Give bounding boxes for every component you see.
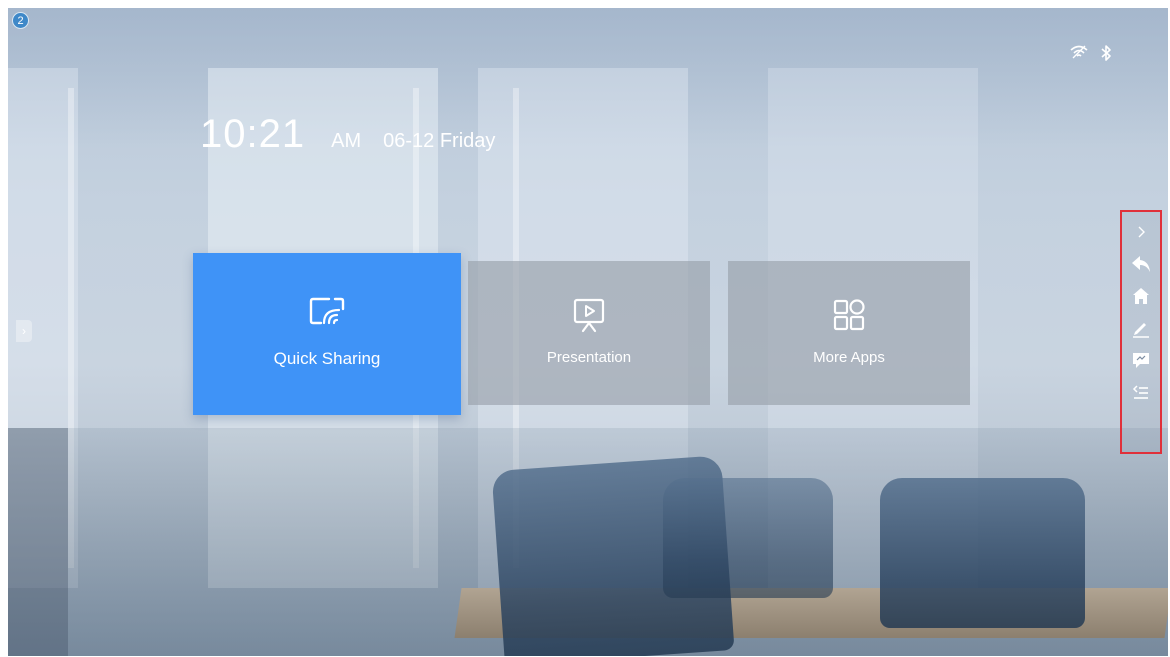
- presentation-tile[interactable]: Presentation: [468, 261, 710, 405]
- presentation-label: Presentation: [546, 349, 632, 366]
- left-sidebar-toggle[interactable]: ›: [16, 320, 32, 342]
- home-screen: 2 10:21 AM 06-12 Friday Quick Sharing Pr…: [8, 8, 1168, 656]
- collapse-chevron-icon[interactable]: [1129, 220, 1153, 244]
- back-icon[interactable]: [1129, 252, 1153, 276]
- status-bar: [1070, 44, 1116, 61]
- clock-date: 06-12 Friday: [383, 130, 496, 152]
- menu-list-icon[interactable]: [1129, 380, 1153, 404]
- apps-grid-icon: [829, 295, 869, 335]
- home-icon[interactable]: [1129, 284, 1153, 308]
- clock-time: 10:21: [200, 112, 306, 156]
- quick-sharing-label: Quick Sharing: [273, 349, 381, 368]
- notification-badge[interactable]: 2: [12, 12, 29, 29]
- presentation-icon: [569, 295, 609, 335]
- background-chair: [663, 478, 833, 598]
- quick-sharing-tile[interactable]: Quick Sharing: [193, 253, 461, 415]
- screen-cast-icon: [307, 291, 347, 331]
- bluetooth-icon: [1100, 44, 1116, 61]
- side-toolbar: [1120, 210, 1162, 454]
- more-apps-label: More Apps: [813, 349, 885, 366]
- clock-ampm: AM: [331, 130, 362, 152]
- background-chair: [880, 478, 1085, 628]
- comment-icon[interactable]: [1129, 348, 1153, 372]
- background-shade: [8, 428, 68, 656]
- more-apps-tile[interactable]: More Apps: [728, 261, 970, 405]
- wifi-icon: [1070, 44, 1088, 60]
- clock: 10:21 AM 06-12 Friday: [200, 112, 495, 157]
- pen-icon[interactable]: [1129, 316, 1153, 340]
